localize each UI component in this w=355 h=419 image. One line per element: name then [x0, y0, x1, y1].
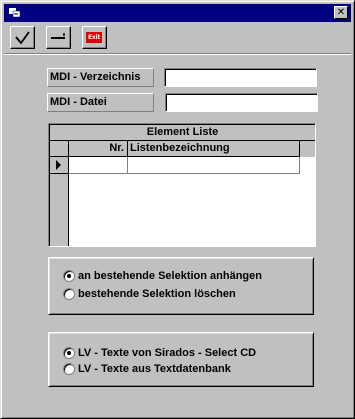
radio-button[interactable] [63, 288, 75, 300]
verzeichnis-label: MDI - Verzeichnis [47, 68, 154, 87]
minus-button[interactable] [46, 26, 71, 49]
radio-delete-label: bestehende Selektion löschen [78, 288, 236, 300]
grid-caption: Element Liste [50, 125, 315, 141]
exit-icon: Exit [86, 32, 102, 43]
source-option-group: LV - Texte von Sirados - Select CD LV - … [48, 332, 314, 387]
datei-input[interactable] [165, 93, 318, 112]
cell-nr[interactable] [69, 157, 128, 174]
table-row[interactable] [50, 157, 300, 174]
row-indicator [50, 157, 69, 174]
toolbar: Exit [4, 23, 351, 54]
exit-button[interactable]: Exit [82, 26, 107, 49]
radio-button[interactable] [63, 363, 75, 375]
radio-append-label: an bestehende Selektion anhängen [78, 270, 262, 282]
radio-dot [67, 351, 71, 355]
grid-row-header-column [50, 174, 69, 246]
radio-button[interactable] [63, 270, 75, 282]
column-header-listenbezeichnung[interactable]: Listenbezeichnung [128, 141, 300, 157]
ok-button[interactable] [10, 26, 35, 49]
selection-option-group: an bestehende Selektion anhängen bestehe… [48, 257, 314, 315]
cell-listenbezeichnung[interactable] [128, 157, 300, 174]
title-bar[interactable]: ✕ [4, 4, 351, 22]
triangle-right-icon [56, 160, 61, 170]
radio-button[interactable] [63, 347, 75, 359]
dialog-window: ✕ Exit MDI - Verzeichnis MDI - Datei Ele… [0, 0, 355, 419]
minus-icon [51, 33, 65, 39]
datei-label: MDI - Datei [47, 93, 154, 112]
column-header-nr[interactable]: Nr. [69, 141, 128, 157]
header-corner [50, 141, 69, 157]
radio-textdatenbank-label: LV - Texte aus Textdatenbank [78, 363, 231, 375]
checkmark-icon [15, 31, 30, 45]
close-icon: ✕ [336, 7, 346, 18]
app-icon [8, 7, 22, 19]
element-list-grid[interactable]: Element Liste Nr. Listenbezeichnung [48, 123, 316, 247]
grid-header: Nr. Listenbezeichnung [50, 141, 315, 157]
radio-dot [67, 274, 71, 278]
close-button[interactable]: ✕ [334, 6, 348, 19]
verzeichnis-input[interactable] [164, 68, 317, 87]
radio-sirados-label: LV - Texte von Sirados - Select CD [78, 347, 257, 359]
